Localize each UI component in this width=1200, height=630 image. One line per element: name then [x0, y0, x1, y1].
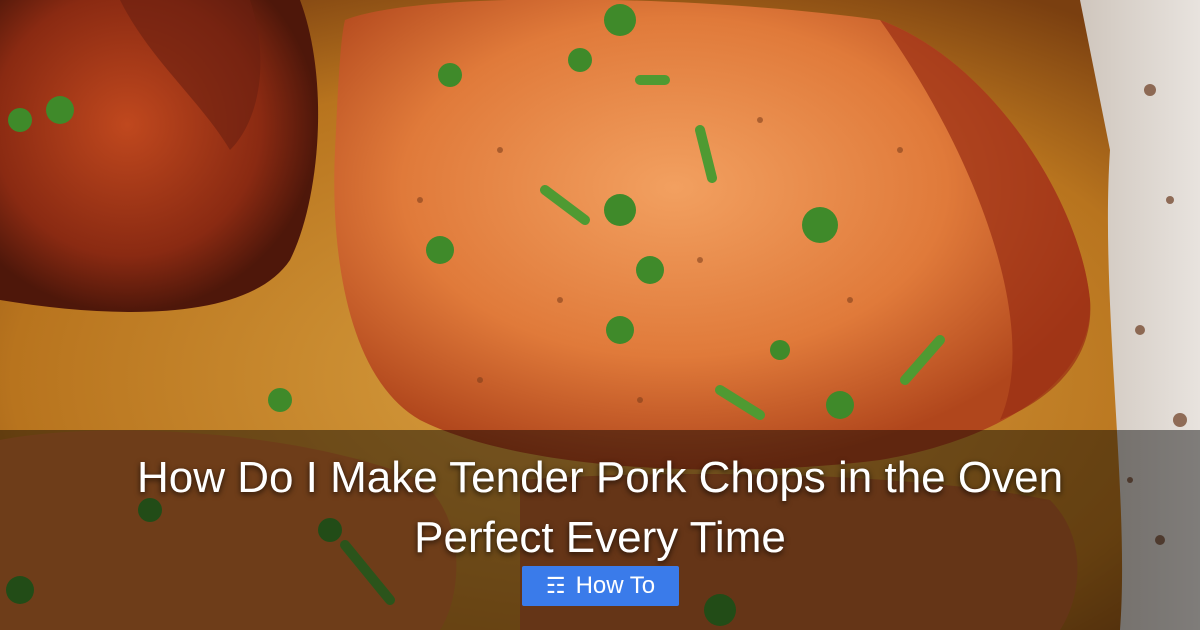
book-icon: ☶ — [545, 573, 566, 598]
title-line-1: How Do I Make Tender Pork Chops in the O… — [136, 453, 1064, 502]
how-to-category-badge[interactable]: ☶ How To — [522, 566, 679, 606]
article-title: How Do I Make Tender Pork Chops in the O… — [60, 448, 1140, 568]
badge-label: How To — [575, 572, 656, 599]
title-line-2: Perfect Every Time — [414, 513, 786, 562]
